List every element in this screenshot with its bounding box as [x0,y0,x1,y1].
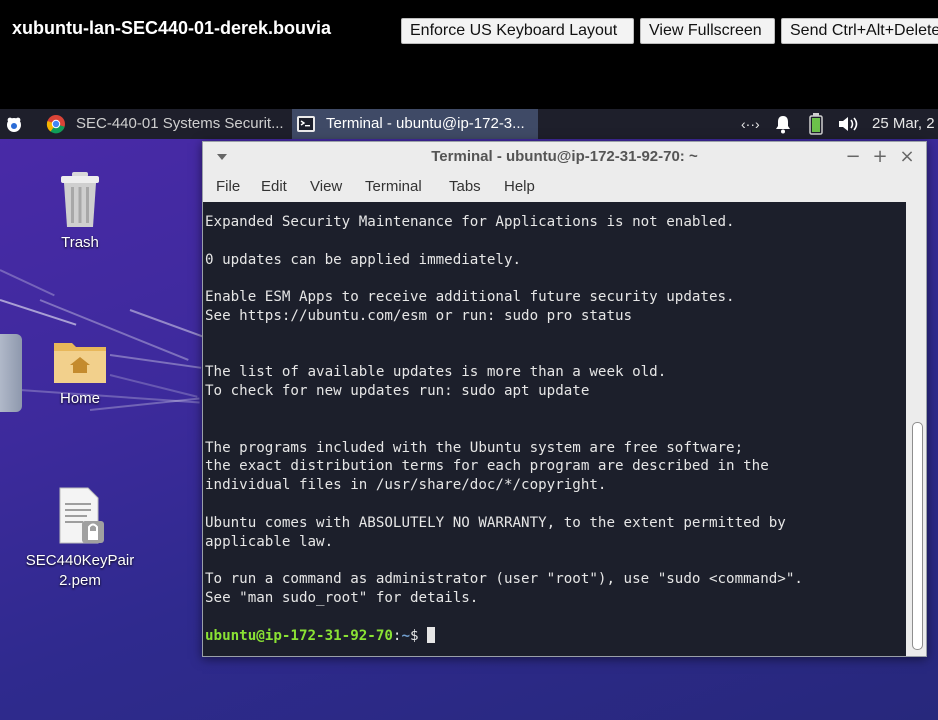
desktop-icon-label: Home [59,390,100,407]
close-icon[interactable]: × [897,146,917,168]
desktop-icon-label: 2.pem [59,572,101,589]
menu-help[interactable]: Help [504,172,535,202]
menu-tabs[interactable]: Tabs [449,172,481,202]
top-panel: SEC-440-01 Systems Securit... Terminal -… [0,109,938,139]
home-folder-icon [54,343,106,383]
prompt-path: ~ [401,627,411,644]
panel-clock[interactable]: 25 Mar, 2 [872,109,935,139]
text-cursor [427,626,436,643]
terminal-output-line: The list of available updates is more th… [205,364,667,381]
terminal-output-line: individual files in /usr/share/doc/*/cop… [205,477,607,494]
terminal-output-line: the exact distribution terms for each pr… [205,458,769,475]
scrollbar-thumb[interactable] [912,422,923,650]
network-indicator-icon[interactable]: ‹··› [741,109,760,139]
wallpaper-streak [0,299,77,326]
terminal-output-line: applicable law. [205,533,334,550]
prompt-user-host: ubuntu@ip-172-31-92-70 [205,627,393,644]
battery-icon[interactable] [809,113,823,135]
prompt-symbol: $ [410,627,428,644]
terminal-prompt-line[interactable]: ubuntu@ip-172-31-92-70:~$ [205,626,436,646]
enforce-us-keyboard-button[interactable]: Enforce US Keyboard Layout [401,18,634,44]
send-ctrl-alt-delete-button[interactable]: Send Ctrl+Alt+Delete [781,18,938,44]
locked-file-icon [59,487,104,544]
taskbar-item-terminal[interactable]: Terminal - ubuntu@ip-172-3... [292,109,538,139]
view-fullscreen-button[interactable]: View Fullscreen [640,18,775,44]
terminal-output-line: Expanded Security Maintenance for Applic… [205,214,735,230]
terminal-output-line: To check for new updates run: sudo apt u… [205,383,590,400]
taskbar-item-label: Terminal - ubuntu@ip-172-3... [326,115,525,132]
menu-terminal[interactable]: Terminal [365,172,422,202]
desktop-icon-home[interactable]: Home [30,337,130,409]
terminal-output-line: Enable ESM Apps to receive additional fu… [205,289,735,306]
terminal-output-line: To run a command as administrator (user … [205,571,803,588]
remote-desktop: SEC-440-01 Systems Securit... Terminal -… [0,109,938,720]
terminal-output-line: 0 updates can be applied immediately. [205,251,522,268]
terminal-output-line: Ubuntu comes with ABSOLUTELY NO WARRANTY… [205,514,786,531]
menu-view[interactable]: View [310,172,342,202]
wallpaper-streak [0,269,55,297]
terminal-window[interactable]: Terminal - ubuntu@ip-172-31-92-70: ~ − +… [202,141,927,657]
terminal-output-line: The programs included with the Ubuntu sy… [205,439,744,456]
maximize-icon[interactable]: + [870,146,890,168]
wallpaper-drive-shape [0,334,22,412]
terminal-output[interactable]: Expanded Security Maintenance for Applic… [203,202,906,656]
minimize-icon[interactable]: − [843,146,863,168]
terminal-output-line: See https://ubuntu.com/esm or run: sudo … [205,308,633,324]
desktop-icon-keypair[interactable]: SEC440KeyPair 2.pem [20,487,140,591]
session-title: xubuntu-lan-SEC440-01-derek.bouvia [12,18,332,38]
whisker-menu-icon[interactable] [4,114,24,134]
notification-bell-icon[interactable] [774,114,792,134]
terminal-icon [297,116,315,132]
desktop-icon-trash[interactable]: Trash [30,171,130,253]
taskbar-item-label: SEC-440-01 Systems Securit... [76,115,284,132]
window-title: Terminal - ubuntu@ip-172-31-92-70: ~ [431,148,698,165]
chrome-icon [46,115,65,134]
trash-icon [61,172,99,227]
desktop-icon-label: Trash [61,234,99,251]
terminal-menubar: File Edit View Terminal Tabs Help [203,172,926,203]
volume-icon[interactable] [838,116,860,132]
session-header: xubuntu-lan-SEC440-01-derek.bouvia Enfor… [0,0,938,109]
terminal-scrollbar[interactable] [906,202,926,656]
terminal-output-line: See "man sudo_root" for details. [205,590,479,606]
menu-edit[interactable]: Edit [261,172,287,202]
window-titlebar[interactable]: Terminal - ubuntu@ip-172-31-92-70: ~ − +… [203,142,926,172]
menu-file[interactable]: File [216,172,240,202]
desktop-icon-label: SEC440KeyPair [25,552,135,569]
taskbar-item-chrome[interactable]: SEC-440-01 Systems Securit... [42,109,288,139]
